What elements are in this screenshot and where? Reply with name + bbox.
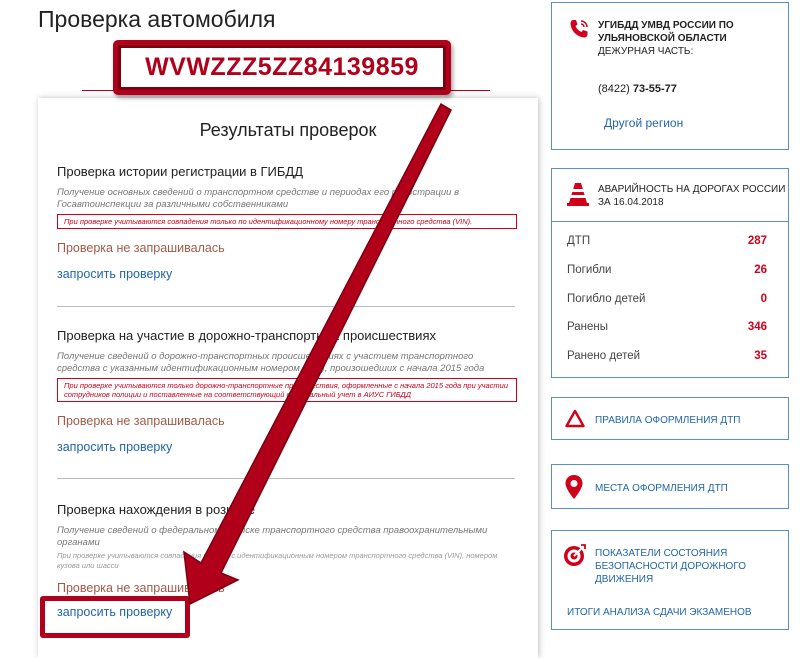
indicators-card: ПОКАЗАТЕЛИ СОСТОЯНИЯ БЕЗОПАСНОСТИ ДОРОЖН…	[551, 530, 789, 630]
target-icon	[564, 544, 586, 566]
duty-label: ДЕЖУРНАЯ ЧАСТЬ:	[598, 46, 694, 57]
check-description: Получение сведений о федеральном розыске…	[57, 525, 488, 548]
contact-card: УГИБДД УМВД РОССИИ ПО УЛЬЯНОВСКОЙ ОБЛАСТ…	[551, 2, 789, 150]
page-title: Проверка автомобиля	[38, 6, 276, 32]
stat-label: Ранено детей	[567, 350, 641, 362]
vin-highlight: WVWZZZ5ZZ84139859	[113, 40, 451, 95]
accidents-card: АВАРИЙНОСТЬ НА ДОРОГАХ РОССИИ ЗА 16.04.2…	[551, 168, 789, 378]
map-pin-icon	[565, 475, 583, 499]
warning-triangle-icon	[565, 409, 585, 428]
contact-title: УГИБДД УМВД РОССИИ ПО УЛЬЯНОВСКОЙ ОБЛАСТ…	[598, 19, 788, 58]
places-link[interactable]: МЕСТА ОФОРМЛЕНИЯ ДТП	[595, 482, 728, 495]
accidents-title: АВАРИЙНОСТЬ НА ДОРОГАХ РОССИИ ЗА 16.04.2…	[598, 184, 786, 208]
section-divider	[57, 306, 515, 307]
stat-row: ДТП 287	[567, 235, 767, 247]
check-note: При проверке учитываются только дорожно-…	[57, 378, 517, 402]
request-check-link[interactable]: запросить проверку	[57, 440, 172, 454]
results-title: Результаты проверок	[199, 120, 377, 140]
stat-label: Погибли	[567, 264, 612, 276]
check-status: Проверка не запрашивалась	[57, 414, 225, 428]
stat-row: Погибло детей 0	[567, 293, 767, 305]
stat-value: 26	[754, 264, 767, 276]
phone-number: (8422) 73-55-77	[598, 83, 677, 95]
check-status: Проверка не запрашивалась	[57, 581, 225, 595]
department-name: УГИБДД УМВД РОССИИ ПО УЛЬЯНОВСКОЙ ОБЛАСТ…	[598, 20, 734, 44]
check-title: Проверка истории регистрации в ГИБДД	[57, 164, 304, 179]
check-title: Проверка на участие в дорожно-транспортн…	[57, 328, 436, 343]
places-link-card[interactable]: МЕСТА ОФОРМЛЕНИЯ ДТП	[551, 464, 789, 509]
stat-value: 346	[747, 321, 767, 333]
traffic-cone-icon	[567, 183, 589, 206]
request-check-link[interactable]: запросить проверку	[57, 267, 172, 281]
stat-value: 0	[760, 293, 767, 305]
results-panel: Результаты проверок Проверка истории рег…	[38, 98, 538, 658]
stat-label: Ранены	[567, 321, 609, 333]
check-description: Получение сведений о дорожно-транспортны…	[57, 351, 485, 374]
stat-row: Ранены 346	[567, 321, 767, 333]
vin-number: WVWZZZ5ZZ84139859	[145, 53, 419, 81]
rules-link[interactable]: ПРАВИЛА ОФОРМЛЕНИЯ ДТП	[595, 414, 740, 427]
check-registration: Проверка истории регистрации в ГИБДД Пол…	[57, 164, 517, 283]
check-note: При проверке учитываются совпадения толь…	[57, 214, 517, 229]
stat-value: 35	[754, 350, 767, 362]
highlight-box	[40, 596, 190, 638]
check-status: Проверка не запрашивалась	[57, 241, 225, 255]
indicators-link[interactable]: ПОКАЗАТЕЛИ СОСТОЯНИЯ БЕЗОПАСНОСТИ ДОРОЖН…	[595, 547, 765, 586]
stat-row: Погибли 26	[567, 264, 767, 276]
phone-digits: 73-55-77	[632, 83, 677, 95]
stat-row: Ранено детей 35	[567, 350, 767, 362]
check-title: Проверка нахождения в розыске	[57, 502, 255, 517]
accidents-divider	[552, 221, 788, 222]
stat-value: 287	[747, 235, 767, 247]
phone-code: (8422)	[598, 83, 630, 95]
stat-label: ДТП	[567, 235, 591, 247]
phone-icon	[570, 20, 588, 38]
exams-link[interactable]: ИТОГИ АНАЛИЗА СДАЧИ ЭКЗАМЕНОВ	[567, 606, 752, 619]
check-note: При проверке учитываются совпадения толь…	[57, 551, 498, 570]
section-divider	[57, 478, 515, 479]
stat-label: Погибло детей	[567, 293, 646, 305]
rules-link-card[interactable]: ПРАВИЛА ОФОРМЛЕНИЯ ДТП	[551, 397, 789, 440]
other-region-link[interactable]: Другой регион	[604, 116, 683, 130]
check-accidents: Проверка на участие в дорожно-транспортн…	[57, 328, 517, 456]
check-description: Получение основных сведений о транспортн…	[57, 187, 460, 210]
